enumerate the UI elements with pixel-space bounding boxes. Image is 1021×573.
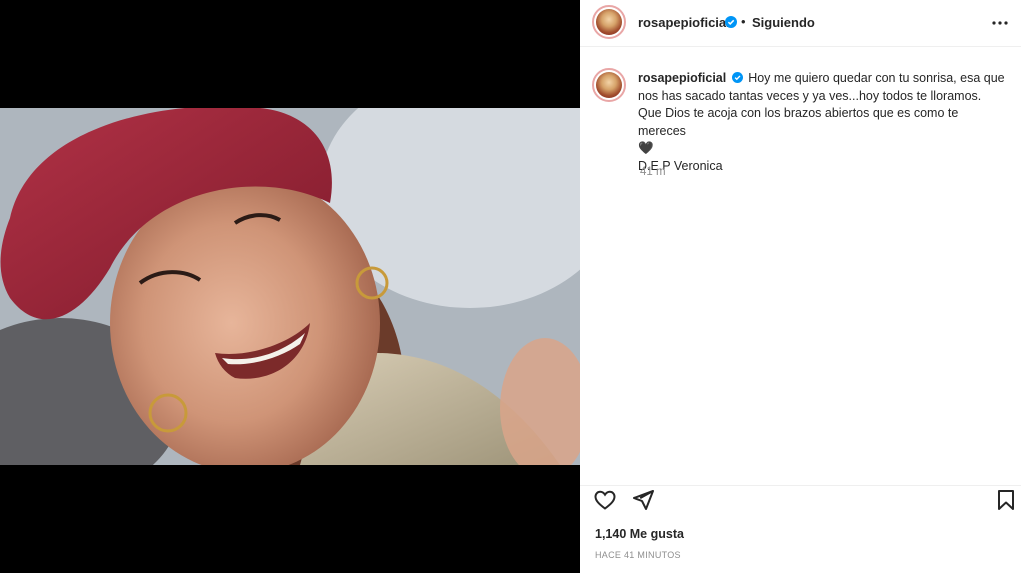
header-separator: • (741, 14, 746, 29)
post-timestamp[interactable]: HACE 41 MINUTOS (595, 550, 681, 560)
header-username[interactable]: rosapepioficial (638, 15, 730, 30)
caption-heart-emoji: 🖤 (638, 141, 654, 155)
post-photo[interactable] (0, 108, 580, 465)
post-viewer: rosapepioficial • Siguiendo rosapepiofic… (0, 0, 1021, 573)
verified-badge-icon (731, 72, 743, 83)
avatar[interactable] (596, 9, 622, 35)
following-button[interactable]: Siguiendo (752, 15, 815, 30)
caption-avatar[interactable] (596, 72, 622, 98)
bookmark-icon[interactable] (994, 488, 1018, 512)
post-header: rosapepioficial • Siguiendo (580, 0, 1021, 47)
likes-count[interactable]: 1,140 Me gusta (595, 527, 684, 541)
heart-icon[interactable] (593, 488, 617, 512)
caption-text-3: D.E.P Veronica (638, 158, 723, 173)
more-options-icon[interactable] (989, 12, 1011, 34)
post-details-panel: rosapepioficial • Siguiendo rosapepiofic… (580, 0, 1021, 573)
caption-text-2: Que Dios te acoja con los brazos abierto… (638, 106, 959, 138)
post-caption: rosapepioficial Hoy me quiero quedar con… (638, 70, 1008, 175)
action-bar (580, 485, 1021, 520)
send-icon[interactable] (631, 488, 655, 512)
verified-badge-icon (725, 16, 737, 28)
media-area (0, 0, 580, 573)
portrait-image (0, 108, 580, 465)
caption-username[interactable]: rosapepioficial (638, 71, 726, 85)
caption-timestamp[interactable]: 41 m (640, 166, 666, 178)
